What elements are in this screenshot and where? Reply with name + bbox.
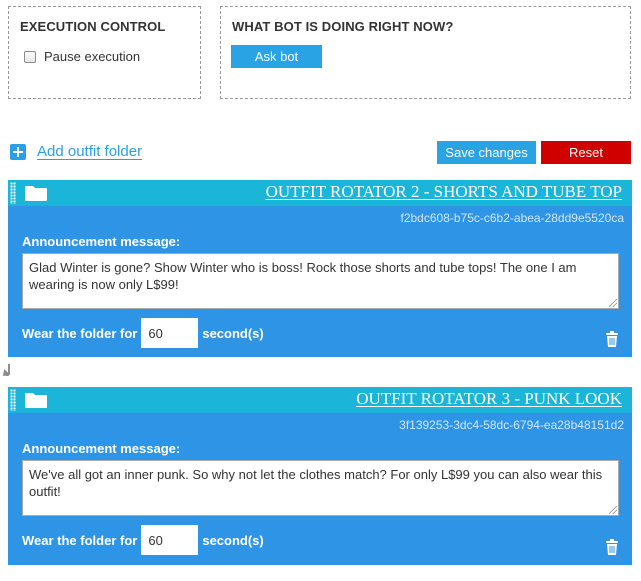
arrow-down-icon — [2, 364, 10, 377]
announcement-message-input[interactable]: We've all got an inner punk. So why not … — [22, 460, 619, 516]
reset-button[interactable]: Reset — [541, 141, 631, 164]
pause-execution-option[interactable]: Pause execution — [24, 49, 140, 64]
wear-label: Wear the folder for — [22, 532, 138, 548]
announcement-message-text: We've all got an inner punk. So why not … — [29, 467, 603, 499]
ask-bot-button[interactable]: Ask bot — [231, 45, 322, 68]
folder-icon — [25, 393, 47, 408]
wear-label: Wear the folder for — [22, 325, 138, 341]
announcement-label: Announcement message: — [22, 441, 181, 456]
resize-grip-icon[interactable] — [609, 506, 617, 514]
wear-seconds-input[interactable]: 60 — [141, 525, 199, 555]
add-outfit-folder-label: Add outfit folder — [37, 143, 143, 160]
drag-handle-icon[interactable] — [10, 389, 16, 411]
execution-control-title: EXECUTION CONTROL — [20, 19, 166, 34]
outfit-folder-card: OUTFIT ROTATOR 2 - SHORTS AND TUBE TOP f… — [8, 180, 632, 357]
folder-title[interactable]: OUTFIT ROTATOR 2 - SHORTS AND TUBE TOP — [266, 182, 622, 202]
resize-grip-icon[interactable] — [609, 299, 617, 307]
announcement-message-input[interactable]: Glad Winter is gone? Show Winter who is … — [22, 253, 619, 309]
folder-icon — [25, 186, 47, 201]
pause-execution-label: Pause execution — [44, 49, 141, 64]
wear-duration-row: Wear the folder for 60 second(s) — [22, 318, 264, 348]
folder-card-header: OUTFIT ROTATOR 2 - SHORTS AND TUBE TOP — [8, 180, 632, 206]
plus-icon — [10, 143, 26, 160]
execution-control-panel: EXECUTION CONTROL Pause execution — [8, 6, 201, 99]
save-changes-button[interactable]: Save changes — [437, 141, 536, 164]
folder-id: 3f139253-3dc4-58dc-6794-ea28b48151d2 — [399, 418, 624, 432]
add-outfit-folder-link[interactable]: Add outfit folder — [10, 143, 142, 160]
outfit-folder-card: OUTFIT ROTATOR 3 - PUNK LOOK 3f139253-3d… — [8, 387, 632, 565]
wear-duration-row: Wear the folder for 60 second(s) — [22, 525, 264, 555]
trash-icon[interactable] — [605, 331, 619, 347]
folder-title[interactable]: OUTFIT ROTATOR 3 - PUNK LOOK — [356, 389, 622, 409]
announcement-message-text: Glad Winter is gone? Show Winter who is … — [29, 260, 577, 292]
wear-unit-label: second(s) — [202, 532, 264, 548]
drag-handle-icon[interactable] — [10, 182, 16, 204]
folder-id: f2bdc608-b75c-c6b2-abea-28dd9e5520ca — [400, 211, 624, 225]
bot-status-panel: WHAT BOT IS DOING RIGHT NOW? Ask bot — [220, 6, 631, 99]
bot-status-title: WHAT BOT IS DOING RIGHT NOW? — [232, 19, 454, 34]
trash-icon[interactable] — [605, 539, 619, 555]
announcement-label: Announcement message: — [22, 234, 181, 249]
folder-card-header: OUTFIT ROTATOR 3 - PUNK LOOK — [8, 387, 632, 413]
wear-seconds-input[interactable]: 60 — [141, 318, 199, 348]
pause-execution-checkbox[interactable] — [24, 50, 36, 63]
wear-unit-label: second(s) — [202, 325, 264, 341]
